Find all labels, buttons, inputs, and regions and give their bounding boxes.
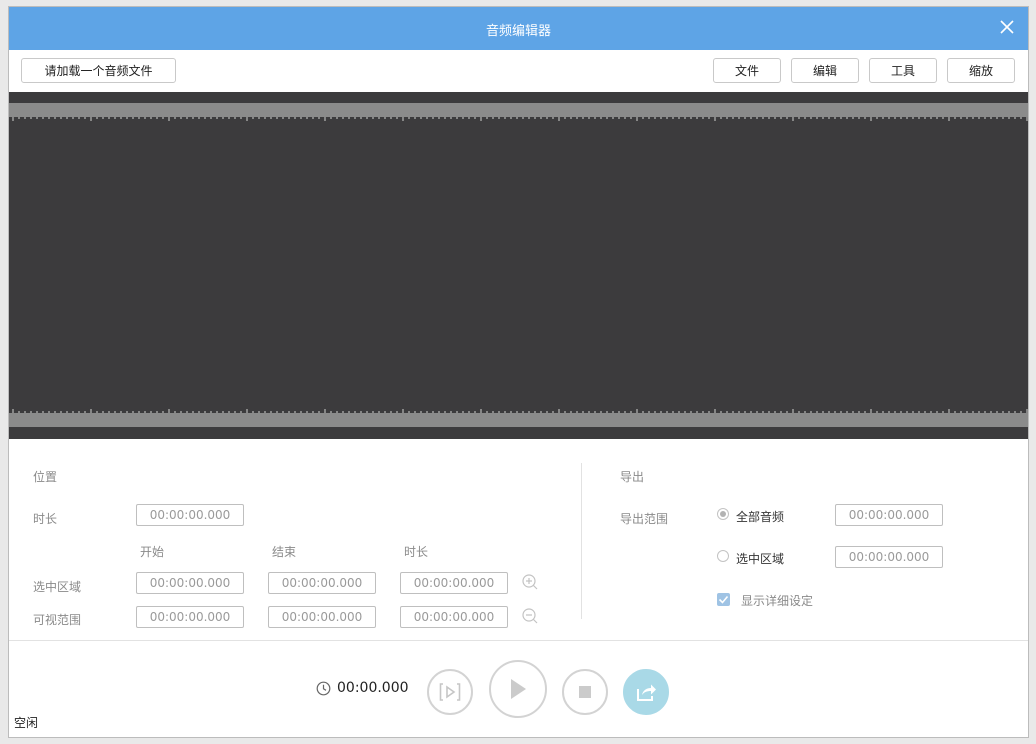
export-selection-label: 选中区域 [736, 552, 785, 566]
selection-row-label: 选中区域 [33, 580, 82, 594]
export-section-title: 导出 [620, 470, 645, 484]
show-details-label: 显示详细设定 [741, 594, 814, 608]
audio-editor-window: 音频编辑器 请加载一个音频文件 文件 编辑 工具 缩放 位置 时长 开始 结束 … [8, 6, 1029, 738]
selection-end-field[interactable] [268, 572, 376, 594]
export-button[interactable] [623, 669, 669, 715]
transport-bar: 00:00.000 空闲 [9, 641, 1028, 737]
column-end-label: 结束 [272, 545, 297, 559]
visible-start-field[interactable] [136, 606, 244, 628]
export-all-radio[interactable] [717, 508, 729, 520]
close-icon[interactable] [999, 19, 1015, 35]
selection-start-field[interactable] [136, 572, 244, 594]
stop-button[interactable] [562, 669, 608, 715]
column-start-label: 开始 [140, 545, 165, 559]
show-details-checkbox[interactable] [717, 593, 730, 606]
play-selection-icon [439, 683, 461, 701]
export-selection-field[interactable] [835, 546, 943, 568]
title-bar: 音频编辑器 [9, 7, 1028, 50]
tools-menu-button[interactable]: 工具 [869, 58, 937, 83]
duration-field[interactable] [136, 504, 244, 526]
timeline-ruler-bottom [9, 413, 1028, 427]
file-menu-button[interactable]: 文件 [713, 58, 781, 83]
zoom-in-icon[interactable] [521, 573, 539, 591]
export-all-label: 全部音频 [736, 510, 785, 524]
play-icon [511, 679, 526, 699]
export-range-label: 导出范围 [620, 512, 669, 526]
clock-icon [316, 681, 331, 696]
panel-divider [581, 463, 582, 619]
column-duration-label: 时长 [404, 545, 429, 559]
zoom-menu-button[interactable]: 缩放 [947, 58, 1015, 83]
check-icon [718, 595, 729, 604]
export-all-field[interactable] [835, 504, 943, 526]
play-button[interactable] [489, 660, 547, 718]
settings-panel: 位置 时长 开始 结束 时长 选中区域 可视范围 导出 导出范围 全部音频 选中… [9, 439, 1028, 640]
visible-end-field[interactable] [268, 606, 376, 628]
export-icon [637, 684, 656, 701]
visible-duration-field[interactable] [400, 606, 508, 628]
edit-menu-button[interactable]: 编辑 [791, 58, 859, 83]
timeline-ruler-top [9, 103, 1028, 117]
position-section-title: 位置 [33, 470, 58, 484]
window-title: 音频编辑器 [485, 24, 551, 39]
stop-icon [579, 686, 591, 698]
ruler-ticks-top [9, 117, 1028, 121]
zoom-out-icon[interactable] [521, 607, 539, 625]
toolbar: 请加载一个音频文件 文件 编辑 工具 缩放 [9, 50, 1028, 92]
load-audio-button[interactable]: 请加载一个音频文件 [21, 58, 176, 83]
status-text: 空闲 [14, 716, 39, 730]
play-selection-button[interactable] [427, 669, 473, 715]
visible-row-label: 可视范围 [33, 613, 82, 627]
duration-label: 时长 [33, 512, 58, 526]
time-display: 00:00.000 [337, 680, 409, 696]
selection-duration-field[interactable] [400, 572, 508, 594]
waveform-area[interactable] [9, 92, 1028, 439]
export-selection-radio[interactable] [717, 550, 729, 562]
